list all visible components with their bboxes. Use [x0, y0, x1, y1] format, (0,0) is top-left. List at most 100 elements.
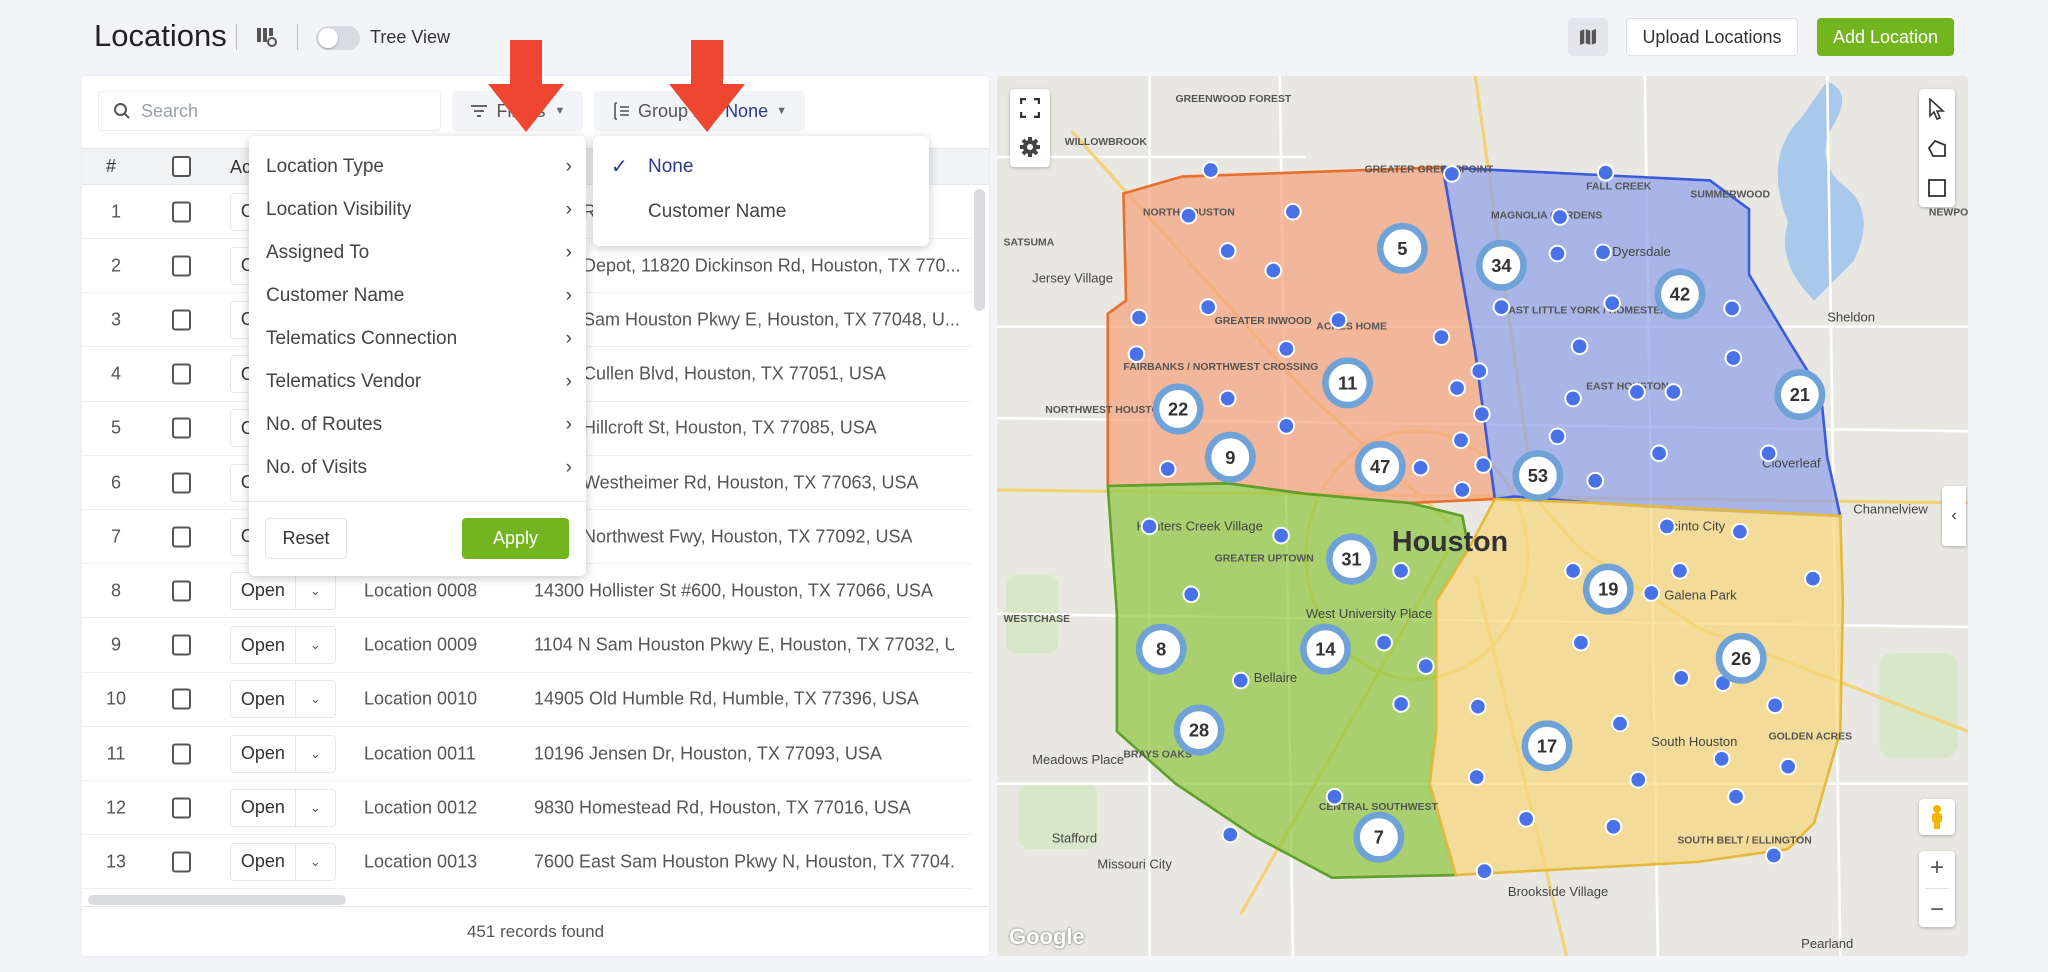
location-marker[interactable] [1565, 391, 1581, 407]
open-button[interactable]: Open [231, 790, 296, 826]
location-marker[interactable] [1327, 789, 1343, 805]
cluster-marker[interactable]: 11 [1325, 361, 1369, 405]
chevron-down-icon[interactable]: ⌄ [296, 573, 335, 609]
row-checkbox[interactable] [172, 851, 191, 872]
location-marker[interactable] [1666, 384, 1682, 400]
cluster-marker[interactable]: 19 [1586, 567, 1630, 611]
row-checkbox[interactable] [172, 472, 191, 493]
location-marker[interactable] [1474, 406, 1490, 422]
filter-menu-item[interactable]: Telematics Connection› [266, 328, 572, 350]
location-marker[interactable] [1183, 587, 1199, 603]
location-marker[interactable] [1222, 827, 1238, 843]
location-marker[interactable] [1273, 528, 1289, 544]
cluster-marker[interactable]: 17 [1525, 724, 1569, 768]
cluster-marker[interactable]: 53 [1516, 453, 1560, 497]
location-marker[interactable] [1203, 162, 1219, 178]
location-marker[interactable] [1477, 863, 1493, 879]
location-marker[interactable] [1673, 670, 1689, 686]
map-canvas[interactable]: GREENWOOD FORESTWILLOWBROOKSATSUMAJersey… [997, 76, 1968, 956]
filter-menu-item[interactable]: Location Type› [266, 156, 572, 178]
chevron-down-icon[interactable]: ⌄ [296, 790, 335, 826]
gear-icon[interactable] [1019, 136, 1041, 158]
cluster-marker[interactable]: 47 [1358, 444, 1402, 488]
location-marker[interactable] [1181, 208, 1197, 224]
location-marker[interactable] [1587, 473, 1603, 489]
vertical-scrollbar[interactable] [974, 189, 985, 311]
cluster-marker[interactable]: 7 [1357, 815, 1401, 859]
filter-menu-item[interactable]: No. of Visits› [266, 457, 572, 479]
chevron-down-icon[interactable]: ⌄ [296, 844, 335, 880]
cluster-marker[interactable]: 22 [1156, 387, 1200, 431]
row-checkbox[interactable] [172, 689, 191, 710]
location-marker[interactable] [1220, 243, 1236, 259]
horizontal-scrollbar[interactable] [88, 895, 346, 905]
open-button[interactable]: Open [231, 573, 296, 609]
location-marker[interactable] [1805, 571, 1821, 587]
location-marker[interactable] [1672, 563, 1688, 579]
location-name[interactable]: Location 0009 [364, 635, 477, 656]
location-marker[interactable] [1376, 635, 1392, 651]
row-checkbox[interactable] [172, 309, 191, 330]
polygon-icon[interactable] [1927, 139, 1947, 159]
location-marker[interactable] [1612, 716, 1628, 732]
row-checkbox[interactable] [172, 364, 191, 385]
row-checkbox[interactable] [172, 797, 191, 818]
filter-menu-item[interactable]: Assigned To› [266, 242, 572, 264]
location-marker[interactable] [1598, 165, 1614, 181]
location-marker[interactable] [1331, 312, 1347, 328]
location-marker[interactable] [1780, 759, 1796, 775]
location-name[interactable]: Location 0008 [364, 580, 477, 601]
location-name[interactable]: Location 0011 [364, 743, 476, 764]
location-marker[interactable] [1285, 204, 1301, 220]
location-marker[interactable] [1471, 363, 1487, 379]
row-checkbox[interactable] [172, 635, 191, 656]
location-marker[interactable] [1220, 391, 1236, 407]
location-marker[interactable] [1630, 772, 1646, 788]
street-view-pegman[interactable] [1919, 799, 1955, 835]
location-marker[interactable] [1444, 166, 1460, 182]
location-marker[interactable] [1393, 696, 1409, 712]
cluster-marker[interactable]: 21 [1778, 372, 1822, 416]
open-button[interactable]: Open [231, 844, 296, 880]
cluster-marker[interactable]: 26 [1719, 636, 1763, 680]
chevron-down-icon[interactable]: ⌄ [296, 681, 335, 717]
filter-menu-item[interactable]: Customer Name› [266, 285, 572, 307]
group-by-option-none[interactable]: None [648, 156, 693, 178]
search-input[interactable]: Search [98, 91, 441, 131]
location-marker[interactable] [1604, 295, 1620, 311]
location-name[interactable]: Location 0013 [364, 851, 477, 872]
row-checkbox[interactable] [172, 201, 191, 222]
location-marker[interactable] [1470, 699, 1486, 715]
location-marker[interactable] [1393, 563, 1409, 579]
row-checkbox[interactable] [172, 526, 191, 547]
location-marker[interactable] [1279, 341, 1295, 357]
location-marker[interactable] [1449, 380, 1465, 396]
location-marker[interactable] [1494, 299, 1510, 315]
location-name[interactable]: Location 0010 [364, 689, 477, 710]
location-marker[interactable] [1129, 346, 1145, 362]
fullscreen-icon[interactable] [1020, 98, 1040, 118]
row-checkbox[interactable] [172, 580, 191, 601]
collapse-panel-button[interactable]: ‹ [1942, 486, 1966, 546]
row-checkbox[interactable] [172, 418, 191, 439]
map-view-button[interactable] [1568, 18, 1608, 56]
location-marker[interactable] [1659, 519, 1675, 535]
map-view[interactable]: GREENWOOD FORESTWILLOWBROOKSATSUMAJersey… [997, 76, 1968, 956]
cluster-marker[interactable]: 28 [1177, 708, 1221, 752]
group-by-option-customer-name[interactable]: Customer Name [648, 201, 786, 223]
filter-menu-item[interactable]: Location Visibility› [266, 199, 572, 221]
location-marker[interactable] [1550, 429, 1566, 445]
location-marker[interactable] [1643, 585, 1659, 601]
location-marker[interactable] [1454, 482, 1470, 498]
location-marker[interactable] [1142, 519, 1158, 535]
location-marker[interactable] [1160, 461, 1176, 477]
chevron-down-icon[interactable]: ⌄ [296, 736, 335, 772]
location-marker[interactable] [1200, 299, 1216, 315]
row-checkbox[interactable] [172, 255, 191, 276]
location-marker[interactable] [1413, 460, 1429, 476]
location-name[interactable]: Location 0012 [364, 797, 477, 818]
location-marker[interactable] [1565, 563, 1581, 579]
location-marker[interactable] [1761, 445, 1777, 461]
open-button[interactable]: Open [231, 681, 296, 717]
location-marker[interactable] [1475, 457, 1491, 473]
